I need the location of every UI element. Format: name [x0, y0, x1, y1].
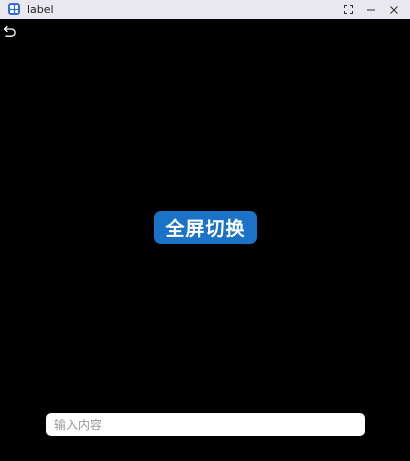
main-content: 全屏切换	[0, 19, 410, 461]
close-button[interactable]	[383, 0, 405, 19]
fullscreen-button[interactable]	[337, 0, 359, 19]
window-title: label	[27, 3, 54, 16]
minimize-icon	[367, 9, 375, 10]
fullscreen-icon	[343, 5, 353, 14]
back-button[interactable]	[2, 24, 18, 40]
close-icon	[390, 5, 398, 14]
app-window: label 全屏切换	[0, 0, 410, 461]
back-arrow-icon	[3, 25, 16, 37]
minimize-button[interactable]	[360, 0, 382, 19]
title-bar: label	[0, 0, 410, 19]
fullscreen-toggle-button[interactable]: 全屏切换	[154, 211, 257, 244]
content-input[interactable]	[46, 413, 365, 436]
app-logo-icon	[8, 3, 20, 15]
